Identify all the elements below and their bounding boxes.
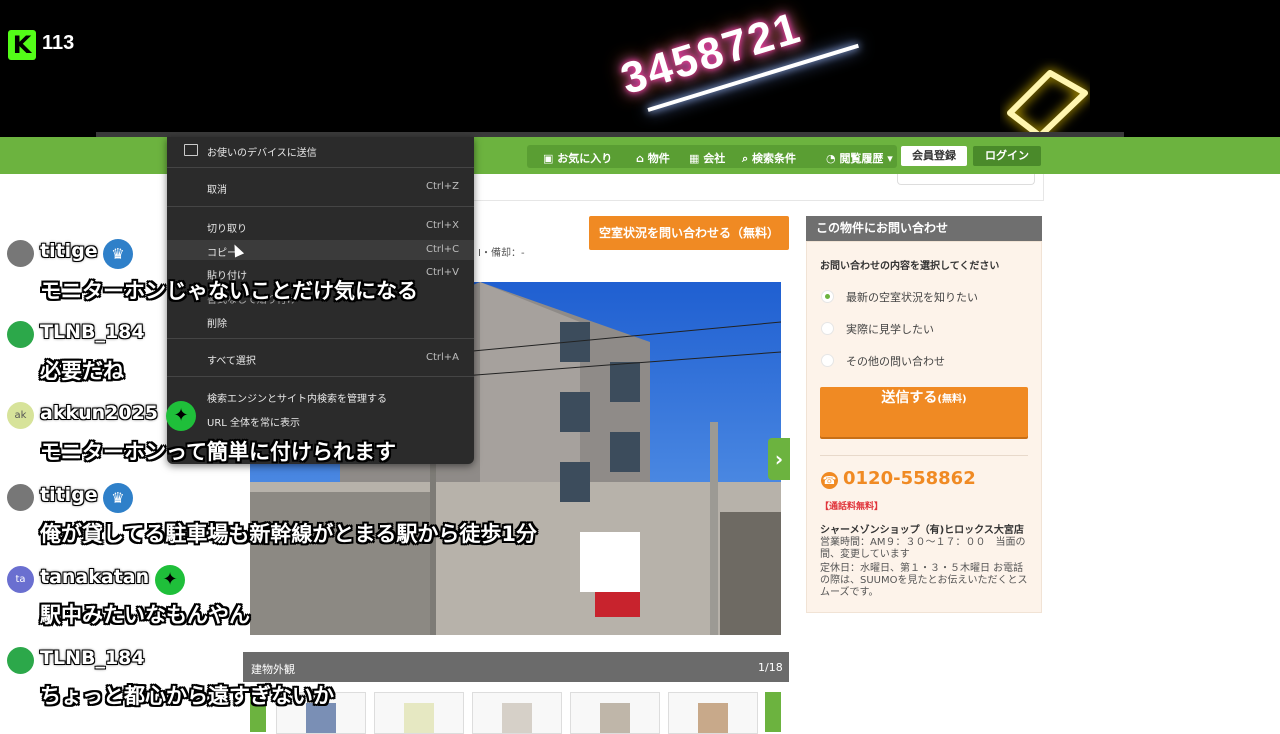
- chat-message: 必要だね: [40, 359, 124, 383]
- menu-manage-search[interactable]: 検索エンジンとサイト内検索を管理する: [207, 390, 387, 405]
- chat-username: titige: [40, 484, 98, 506]
- thumb-next-button[interactable]: [765, 692, 781, 732]
- star-badge-icon: ✦: [155, 565, 185, 595]
- avatar: ta: [7, 566, 34, 593]
- menu-separator: [167, 376, 474, 377]
- photo-thumbnail[interactable]: [374, 692, 464, 734]
- chat-username: titige: [40, 240, 98, 262]
- menu-undo[interactable]: 取消: [207, 181, 227, 196]
- photo-thumbnail[interactable]: [570, 692, 660, 734]
- crown-badge-icon: ♛: [103, 483, 133, 513]
- send-button[interactable]: 送信する(無料): [820, 387, 1028, 437]
- chat-username: tanakatan: [40, 566, 150, 588]
- menu-delete[interactable]: 削除: [207, 315, 227, 330]
- phone-number[interactable]: 0120-558862: [843, 468, 976, 489]
- business-hours: 営業時間：AM９：３０～１７：００ 当面の間、変更しています: [820, 537, 1026, 560]
- inquiry-panel-header: この物件にお問い合わせ: [806, 216, 1042, 241]
- nav-history-label: 閲覧履歴: [839, 152, 884, 165]
- free-call-label: 【通話料無料】: [820, 502, 884, 512]
- nav-companies[interactable]: ▦ 会社: [689, 150, 725, 166]
- star-badge-icon: ✦: [166, 401, 196, 431]
- nav-favorites-label: お気に入り: [557, 152, 613, 165]
- nav-properties[interactable]: ⌂ 物件: [636, 150, 670, 166]
- nav-history[interactable]: ◔ 閲覧履歴 ▾: [826, 150, 893, 166]
- chat-username: akkun2025: [40, 402, 159, 424]
- avatar: [7, 321, 34, 348]
- nav-companies-label: 会社: [703, 152, 726, 165]
- menu-separator: [167, 338, 474, 339]
- vacancy-inquiry-button[interactable]: 空室状況を問い合わせる（無料）: [589, 216, 789, 250]
- send-button-sub: (無料): [937, 394, 967, 405]
- content-frame: [473, 174, 1044, 201]
- shop-name: シャーメゾンショップ（有)ヒロックス大宮店: [820, 525, 1024, 536]
- device-icon: [184, 144, 198, 156]
- kick-logo-icon: K: [8, 30, 36, 60]
- crown-badge-icon: ♛: [103, 239, 133, 269]
- menu-undo-shortcut: Ctrl+Z: [426, 181, 460, 192]
- menu-separator: [167, 206, 474, 207]
- menu-separator: [167, 167, 474, 168]
- chat-username: TLNB_184: [40, 647, 145, 669]
- holiday-info: 定休日：水曜日、第１・３・５木曜日 お電話の際は、SUUMOを見たとお伝えいただ…: [820, 563, 1028, 598]
- avatar: [7, 484, 34, 511]
- radio-label: 実際に見学したい: [846, 323, 934, 336]
- menu-cut[interactable]: 切り取り: [207, 220, 247, 235]
- radio-other[interactable]: [821, 354, 834, 367]
- chat-username: TLNB_184: [40, 321, 145, 343]
- radio-label: 最新の空室状況を知りたい: [846, 291, 978, 304]
- avatar: [7, 647, 34, 674]
- chat-message: モニターホンじゃないことだけ気になる: [40, 279, 418, 303]
- photo-thumbnail[interactable]: [668, 692, 758, 734]
- photo-caption-bar: [243, 652, 789, 682]
- menu-copy-shortcut: Ctrl+C: [426, 244, 460, 255]
- property-info-text: I・備却：-: [478, 248, 525, 259]
- photo-counter: 1/18: [758, 661, 783, 674]
- photo-thumbnail[interactable]: [472, 692, 562, 734]
- menu-select-all-shortcut: Ctrl+A: [426, 352, 460, 363]
- send-button-label: 送信する: [881, 390, 938, 406]
- nav-search-conditions[interactable]: ⌕ 検索条件: [742, 150, 796, 166]
- photo-caption: 建物外観: [251, 663, 295, 676]
- phone-icon: ☎: [821, 472, 838, 489]
- nav-favorites[interactable]: ▣ お気に入り: [543, 150, 612, 166]
- member-register-button[interactable]: 会員登録: [901, 146, 967, 166]
- radio-visit[interactable]: [821, 322, 834, 335]
- menu-cut-shortcut: Ctrl+X: [426, 220, 460, 231]
- chat-message: 駅中みたいなもんやん: [40, 603, 250, 627]
- inquiry-prompt: お問い合わせの内容を選択してください: [820, 261, 1000, 272]
- chat-message: ちょっと都心から遠すぎないか: [40, 684, 334, 708]
- nav-properties-label: 物件: [647, 152, 670, 165]
- avatar: [7, 240, 34, 267]
- radio-label: その他の問い合わせ: [846, 355, 945, 368]
- viewer-count: 113: [42, 32, 75, 54]
- menu-send-to-device[interactable]: お使いのデバイスに送信: [207, 144, 317, 159]
- nav-search-conditions-label: 検索条件: [752, 152, 796, 165]
- photo-next-arrow[interactable]: ›: [768, 438, 790, 480]
- divider: [820, 455, 1028, 456]
- login-button[interactable]: ログイン: [973, 146, 1041, 166]
- menu-paste-shortcut: Ctrl+V: [426, 267, 460, 278]
- menu-show-full-url[interactable]: URL 全体を常に表示: [207, 414, 300, 429]
- menu-select-all[interactable]: すべて選択: [207, 352, 256, 367]
- chat-message: 俺が貸してる駐車場も新幹線がとまる駅から徒歩1分: [40, 522, 537, 546]
- chat-message: モニターホンって簡単に付けられます: [40, 440, 396, 464]
- avatar: ak: [7, 402, 34, 429]
- radio-latest-vacancy[interactable]: [821, 290, 834, 303]
